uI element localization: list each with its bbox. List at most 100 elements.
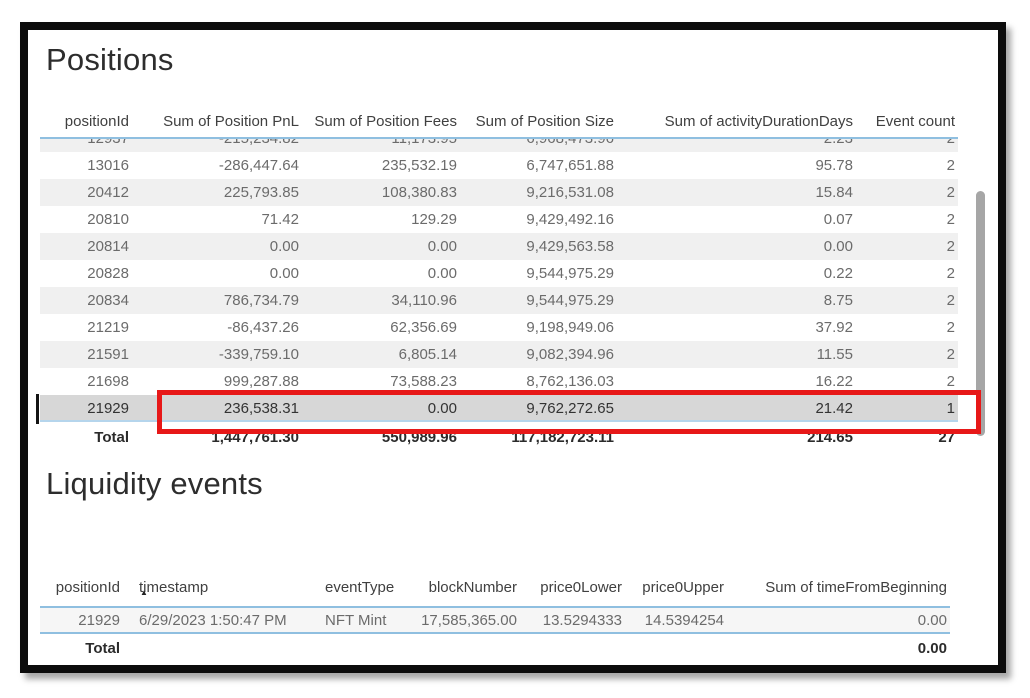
cell: 11.55 xyxy=(617,346,856,363)
column-header-price0lower[interactable]: price0Lower xyxy=(520,579,625,596)
cell: 20814 xyxy=(40,238,132,255)
column-header-label: blockNumber xyxy=(429,579,517,596)
cell: 9,198,949.06 xyxy=(460,319,617,336)
total-cell: 214.65 xyxy=(617,429,856,446)
cell: 2 xyxy=(856,238,958,255)
cell: 34,110.96 xyxy=(302,292,460,309)
cell: 129.29 xyxy=(302,211,460,228)
table-row[interactable]: 12937-215,234.8211,173.956,968,473.962.2… xyxy=(40,139,958,152)
cell: 2 xyxy=(856,211,958,228)
cell: 21698 xyxy=(40,373,132,390)
table-row[interactable]: 20412225,793.85108,380.839,216,531.0815.… xyxy=(40,179,958,206)
cell: 13016 xyxy=(40,157,132,174)
cell: 6/29/2023 1:50:47 PM xyxy=(123,612,313,629)
column-header-blocknumber[interactable]: blockNumber xyxy=(401,579,520,596)
cell: 2 xyxy=(856,184,958,201)
cell: 0.00 xyxy=(132,265,302,282)
cell: 0.00 xyxy=(302,400,460,417)
cell: 21219 xyxy=(40,319,132,336)
column-header-sum-of-activitydurationdays[interactable]: Sum of activityDurationDays xyxy=(617,113,856,130)
table-header-row: positionIdSum of Position PnLSum of Posi… xyxy=(40,104,958,139)
cell: 21929 xyxy=(40,612,123,629)
column-header-sum-of-position-fees[interactable]: Sum of Position Fees xyxy=(302,113,460,130)
cell: 13.5294333 xyxy=(520,612,625,629)
total-cell: 27 xyxy=(856,429,958,446)
cell: 2 xyxy=(856,265,958,282)
cell: 2.23 xyxy=(617,139,856,147)
column-header-label: Event count xyxy=(876,113,955,130)
cell: 2 xyxy=(856,373,958,390)
cell: -286,447.64 xyxy=(132,157,302,174)
cell: 0.00 xyxy=(302,238,460,255)
column-header-price0upper[interactable]: price0Upper xyxy=(625,579,727,596)
cell: 786,734.79 xyxy=(132,292,302,309)
cell: 73,588.23 xyxy=(302,373,460,390)
page: Positions positionIdSum of Position PnLS… xyxy=(0,0,1030,698)
column-header-eventtype[interactable]: eventType xyxy=(313,579,401,596)
cell: 9,762,272.65 xyxy=(460,400,617,417)
table-row[interactable]: 21698999,287.8873,588.238,762,136.0316.2… xyxy=(40,368,958,395)
cell: 8.75 xyxy=(617,292,856,309)
cell: 9,082,394.96 xyxy=(460,346,617,363)
total-cell: 0.00 xyxy=(727,640,950,657)
cell: 0.00 xyxy=(132,238,302,255)
table-row[interactable]: 21591-339,759.106,805.149,082,394.9611.5… xyxy=(40,341,958,368)
cell: 20412 xyxy=(40,184,132,201)
cell: 236,538.31 xyxy=(132,400,302,417)
cell: 21591 xyxy=(40,346,132,363)
column-header-sum-of-position-pnl[interactable]: Sum of Position PnL xyxy=(132,113,302,130)
column-header-positionid[interactable]: positionId xyxy=(40,113,132,130)
column-header-label: eventType xyxy=(325,579,394,596)
cell: 9,429,563.58 xyxy=(460,238,617,255)
cell: 235,532.19 xyxy=(302,157,460,174)
table-row[interactable]: 219296/29/2023 1:50:47 PMNFT Mint17,585,… xyxy=(40,608,950,634)
cell: 14.5394254 xyxy=(625,612,727,629)
cell: 0.07 xyxy=(617,211,856,228)
cell: 21929 xyxy=(40,400,132,417)
table-row[interactable]: 20834786,734.7934,110.969,544,975.298.75… xyxy=(40,287,958,314)
cell: 6,805.14 xyxy=(302,346,460,363)
column-header-event-count[interactable]: Event count xyxy=(856,113,958,130)
cell: 12937 xyxy=(40,139,132,147)
cell: 20828 xyxy=(40,265,132,282)
column-header-label: timestamp xyxy=(139,579,208,596)
table-row[interactable]: 208140.000.009,429,563.580.002 xyxy=(40,233,958,260)
cell: 2 xyxy=(856,319,958,336)
positions-title: Positions xyxy=(46,42,174,78)
cell: 6,747,651.88 xyxy=(460,157,617,174)
report-content: Positions positionIdSum of Position PnLS… xyxy=(0,0,1030,698)
cell: 0.22 xyxy=(617,265,856,282)
column-header-sum-of-position-size[interactable]: Sum of Position Size xyxy=(460,113,617,130)
vertical-scrollbar-thumb[interactable] xyxy=(976,191,985,436)
cell: 37.92 xyxy=(617,319,856,336)
cell: 108,380.83 xyxy=(302,184,460,201)
cell: 20810 xyxy=(40,211,132,228)
total-cell: Total xyxy=(40,429,132,446)
cell: 15.84 xyxy=(617,184,856,201)
total-cell: 1,447,761.30 xyxy=(132,429,302,446)
table-row[interactable]: 21219-86,437.2662,356.699,198,949.0637.9… xyxy=(40,314,958,341)
cell: 20834 xyxy=(40,292,132,309)
cell: 95.78 xyxy=(617,157,856,174)
column-header-label: Sum of Position PnL xyxy=(163,113,299,130)
table-header-row: positionIdtimestamp▲eventTypeblockNumber… xyxy=(40,568,950,608)
cell: 0.00 xyxy=(617,238,856,255)
table-row[interactable]: 21929236,538.310.009,762,272.6521.421 xyxy=(40,395,958,422)
table-row[interactable]: 13016-286,447.64235,532.196,747,651.8895… xyxy=(40,152,958,179)
cell: 9,429,492.16 xyxy=(460,211,617,228)
cell: 71.42 xyxy=(132,211,302,228)
column-header-timestamp[interactable]: timestamp▲ xyxy=(123,579,313,596)
table-body: 12937-215,234.8211,173.956,968,473.962.2… xyxy=(40,139,958,422)
sort-ascending-icon: ▲ xyxy=(140,589,148,596)
cell: 16.22 xyxy=(617,373,856,390)
table-row[interactable]: 208280.000.009,544,975.290.222 xyxy=(40,260,958,287)
total-cell: 550,989.96 xyxy=(302,429,460,446)
column-header-sum-of-timefrombeginning[interactable]: Sum of timeFromBeginning xyxy=(727,579,950,596)
cell: 1 xyxy=(856,400,958,417)
cell: 9,216,531.08 xyxy=(460,184,617,201)
cell: 2 xyxy=(856,139,958,147)
total-cell: Total xyxy=(40,640,123,657)
column-header-positionid[interactable]: positionId xyxy=(40,579,123,596)
table-row[interactable]: 2081071.42129.299,429,492.160.072 xyxy=(40,206,958,233)
liquidity-events-title: Liquidity events xyxy=(46,466,263,502)
